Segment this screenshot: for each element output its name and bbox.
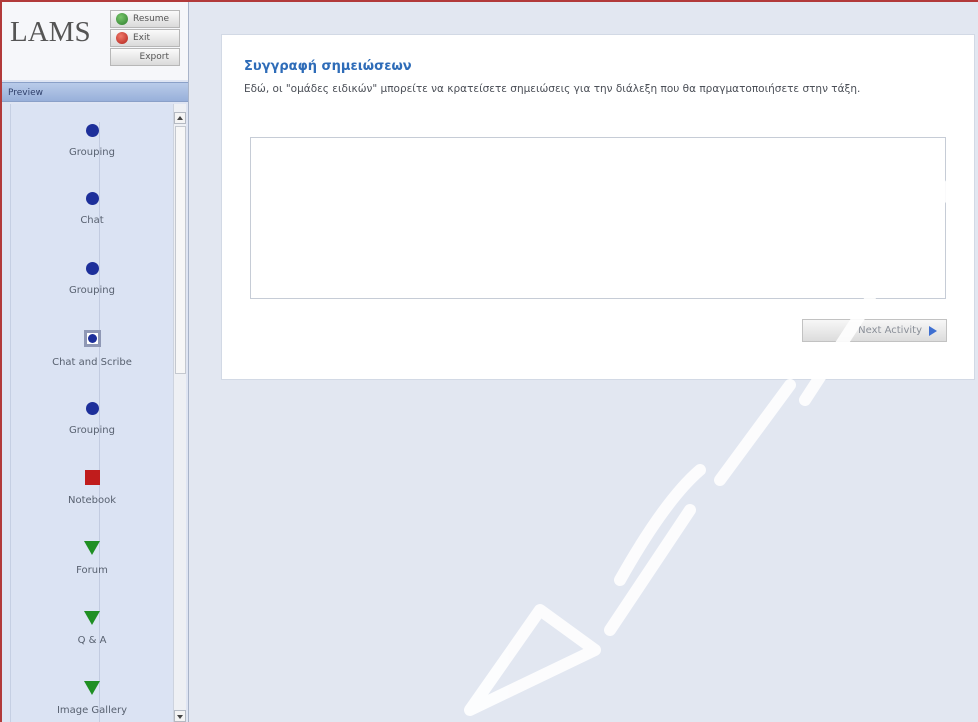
- activity-label: Q & A: [77, 635, 107, 646]
- activity-circle-icon: [85, 262, 99, 275]
- exit-label: Exit: [133, 33, 151, 43]
- header-controls: LAMS Resume Exit Export: [2, 2, 188, 80]
- activity-item[interactable]: Forum: [11, 540, 173, 576]
- activity-triangle-icon: [84, 611, 100, 625]
- activity-label: Grouping: [69, 285, 115, 296]
- activity-sequence: Grouping Chat Grouping Chat and Scribe Group…: [10, 104, 173, 722]
- notes-textarea[interactable]: [250, 137, 946, 299]
- activity-square-icon: [84, 470, 100, 485]
- activity-item[interactable]: Chat and Scribe: [11, 330, 173, 368]
- current-activity-icon: [83, 330, 101, 347]
- page-title: Συγγραφή σημειώσεων: [244, 59, 412, 74]
- scroll-up-button[interactable]: [174, 112, 186, 124]
- instructions-text: Εδώ, οι "ομάδες ειδικών" μπορείτε να κρα…: [244, 83, 861, 95]
- sidebar: LAMS Resume Exit Export Preview Grouping…: [2, 2, 189, 722]
- activity-item[interactable]: Q & A: [11, 610, 173, 646]
- activity-item[interactable]: Chat: [11, 190, 173, 226]
- lams-logo: LAMS: [10, 16, 91, 48]
- activity-label: Image Gallery: [56, 705, 128, 716]
- scroll-down-button[interactable]: [174, 710, 186, 722]
- activity-triangle-icon: [84, 541, 100, 555]
- activity-label: Forum: [76, 565, 108, 576]
- main-content: Συγγραφή σημειώσεων Εδώ, οι "ομάδες ειδι…: [189, 2, 978, 722]
- play-arrow-icon: [929, 326, 937, 336]
- activity-item[interactable]: Grouping: [11, 260, 173, 296]
- resume-icon: [116, 13, 128, 25]
- resume-label: Resume: [133, 14, 170, 24]
- exit-button[interactable]: Exit: [110, 29, 180, 47]
- next-activity-label: Next Activity: [858, 325, 922, 336]
- activity-label: Chat and Scribe: [52, 357, 132, 368]
- preview-header: Preview: [2, 82, 188, 102]
- activity-item[interactable]: Grouping: [11, 400, 173, 436]
- activity-item[interactable]: Grouping: [11, 122, 173, 158]
- scroll-thumb[interactable]: [175, 126, 186, 374]
- activity-label: Grouping: [69, 425, 115, 436]
- activity-label: Chat: [80, 215, 104, 226]
- export-label: Export: [139, 52, 169, 62]
- sidebar-scrollbar[interactable]: [173, 104, 186, 722]
- activity-item[interactable]: Image Gallery: [11, 680, 173, 716]
- activity-panel: Συγγραφή σημειώσεων Εδώ, οι "ομάδες ειδι…: [221, 34, 975, 380]
- activity-item[interactable]: Notebook: [11, 470, 173, 506]
- activity-circle-icon: [85, 192, 99, 205]
- activity-label: Grouping: [69, 147, 115, 158]
- activity-circle-icon: [85, 402, 99, 415]
- next-activity-button[interactable]: Next Activity: [802, 319, 947, 342]
- activity-circle-icon: [85, 124, 99, 137]
- exit-icon: [116, 32, 128, 44]
- activity-triangle-icon: [84, 681, 100, 695]
- export-button[interactable]: Export: [110, 48, 180, 66]
- activity-label: Notebook: [67, 495, 117, 506]
- resume-button[interactable]: Resume: [110, 10, 180, 28]
